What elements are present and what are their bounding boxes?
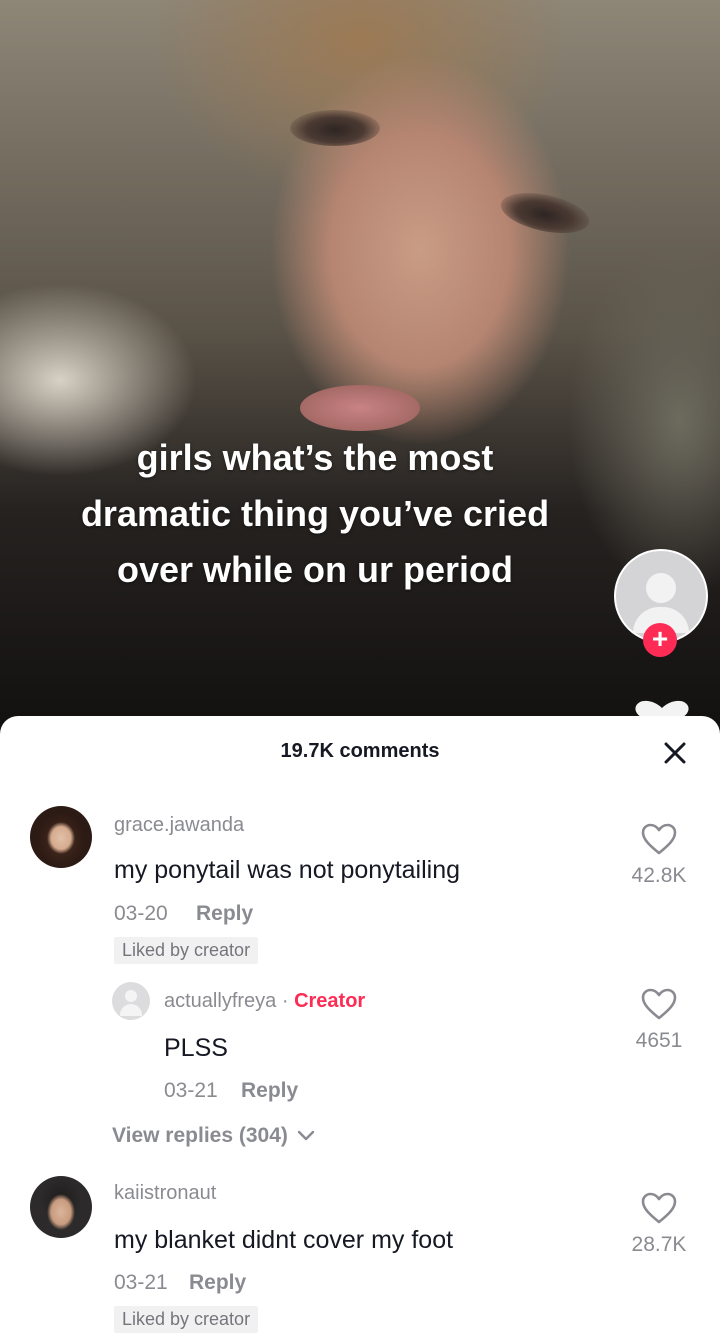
reply-button[interactable]: Reply xyxy=(189,1271,246,1295)
view-replies-button[interactable]: View replies (304) xyxy=(112,1124,316,1148)
view-replies-label: View replies (304) xyxy=(112,1124,288,1147)
liked-by-creator-badge: Liked by creator xyxy=(114,1306,259,1333)
avatar[interactable] xyxy=(30,806,92,868)
heart-outline-icon xyxy=(641,823,677,855)
comments-count-title: 19.7K comments xyxy=(280,740,440,762)
heart-outline-icon xyxy=(641,1192,677,1224)
comment-like-button[interactable]: 42.8K xyxy=(619,822,699,888)
comment-username[interactable]: grace.jawanda xyxy=(114,814,244,837)
chevron-down-icon xyxy=(297,1131,314,1141)
reply-button[interactable]: Reply xyxy=(241,1079,298,1103)
separator: · xyxy=(281,990,289,1012)
close-icon[interactable] xyxy=(660,738,690,768)
like-count: 42.8K xyxy=(631,864,687,887)
video-frame-detail xyxy=(497,186,593,240)
reply-button[interactable]: Reply xyxy=(196,902,253,926)
video-frame-detail xyxy=(300,385,420,431)
comment-text: my ponytail was not ponytailing xyxy=(114,856,461,884)
comment-like-button[interactable]: 28.7K xyxy=(619,1191,699,1257)
comment-like-button[interactable]: 4651 xyxy=(619,987,699,1053)
avatar[interactable] xyxy=(30,1176,92,1238)
liked-by-creator-badge: Liked by creator xyxy=(114,937,259,964)
like-count: 4651 xyxy=(635,1029,683,1052)
comment-date: 03-21 xyxy=(164,1079,218,1102)
reply-username-line: actuallyfreya · Creator xyxy=(164,990,365,1013)
video-caption: girls what’s the most dramatic thing you… xyxy=(80,437,550,590)
heart-outline-icon xyxy=(641,988,677,1020)
comment-text: PLSS xyxy=(164,1034,228,1062)
like-count: 28.7K xyxy=(631,1233,687,1256)
comment-username[interactable]: actuallyfreya xyxy=(164,990,276,1012)
comment-username[interactable]: kaiistronaut xyxy=(114,1182,216,1205)
follow-button[interactable]: + xyxy=(643,623,677,657)
comment-date: 03-21 xyxy=(114,1271,168,1294)
avatar[interactable] xyxy=(112,982,150,1020)
video-frame-detail xyxy=(290,110,380,146)
video-player[interactable]: girls what’s the most dramatic thing you… xyxy=(0,0,720,730)
comment-date: 03-20 xyxy=(114,902,168,925)
comment-text: my blanket didnt cover my foot xyxy=(114,1226,454,1254)
creator-badge: Creator xyxy=(294,990,366,1012)
